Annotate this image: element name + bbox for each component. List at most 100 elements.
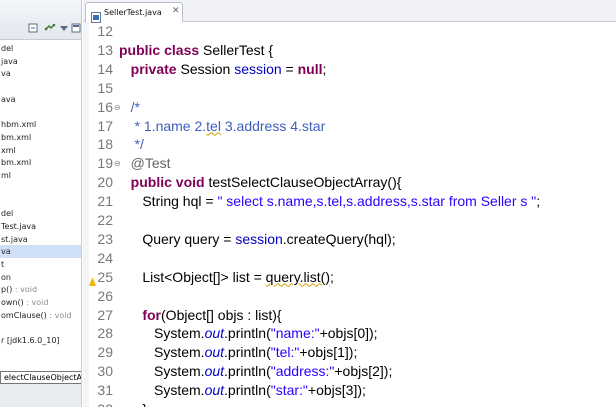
tree-item[interactable]	[0, 80, 81, 93]
tree-item[interactable]: ml	[0, 169, 81, 182]
tree-item[interactable]: hbm.xml	[0, 118, 81, 131]
tree-item-label: p()	[1, 285, 13, 295]
tree-item[interactable]	[0, 321, 81, 334]
java-editor: SellerTest.java ✕ 12 13 public class Selle…	[83, 0, 616, 407]
tree-item[interactable]: Test.java	[0, 220, 81, 233]
tree-item[interactable]: del	[0, 42, 81, 55]
line-number: 16	[97, 98, 113, 115]
code-line[interactable]: 17 * 1.name 2.tel 3.address 4.star	[83, 117, 616, 136]
code-area[interactable]: 12 13 public class SellerTest {14 private …	[83, 22, 616, 407]
tree-item[interactable]: p() : void	[0, 283, 81, 296]
tree-item-label: omClause()	[1, 310, 47, 320]
code-line[interactable]: 27 for(Object[] objs : list){	[83, 306, 616, 325]
link-editor-icon[interactable]	[44, 22, 56, 34]
code-line[interactable]: 14 private Session session = null;	[83, 60, 616, 79]
code-line[interactable]: 32 }	[83, 400, 616, 407]
tree-item-label: hbm.xml	[1, 120, 37, 130]
code-token: 3.address 4.star	[220, 117, 326, 134]
minimize-icon[interactable]	[70, 22, 81, 34]
code-line[interactable]: 24	[83, 249, 616, 268]
code-line[interactable]: 20 public void testSelectClauseObjectArr…	[83, 173, 616, 192]
code-line[interactable]: 25 List<Object[]> list = query.list();	[83, 268, 616, 287]
tree-item-label: bm.xml	[1, 132, 32, 142]
tree-item-label: ava	[1, 94, 16, 104]
tree-item[interactable]: own() : void	[0, 296, 81, 309]
code-token: .println(	[224, 363, 271, 380]
line-number: 28	[97, 325, 113, 342]
editor-tab-bar: SellerTest.java ✕	[83, 0, 616, 23]
tree-item-label: on	[1, 272, 11, 282]
tree-item[interactable]: va	[0, 245, 81, 259]
line-number: 14	[97, 60, 113, 77]
code-text: public void testSelectClauseObjectArray(…	[119, 173, 402, 192]
tree-item[interactable]: va	[0, 67, 81, 80]
code-line[interactable]: 19 ⊖ @Test	[83, 154, 616, 173]
code-token: }	[119, 401, 147, 407]
code-text: */	[119, 135, 144, 154]
tree-item[interactable]: t	[0, 258, 81, 271]
line-number: 29	[97, 344, 113, 361]
tree-item[interactable]	[0, 194, 81, 207]
line-number: 20	[97, 174, 113, 191]
code-token: List<Object[]> list =	[119, 268, 266, 285]
code-line[interactable]: 21 String hql = " select s.name,s.tel,s.…	[83, 192, 616, 211]
tree-item[interactable]: r [jdk1.6.0_10]	[0, 334, 81, 347]
line-number: 18	[97, 136, 113, 153]
close-icon[interactable]: ✕	[172, 6, 180, 17]
code-token: out	[204, 344, 225, 361]
code-line[interactable]: 16 ⊖ /*	[83, 98, 616, 117]
code-token: "tel:"	[270, 344, 300, 361]
tree-item[interactable]: del	[0, 207, 81, 220]
code-line[interactable]: 30 System.out.println("address:"+objs[2]…	[83, 362, 616, 381]
tree-item[interactable]: xml	[0, 144, 81, 157]
tree-item[interactable]: st.java	[0, 233, 81, 246]
line-number: 22	[97, 212, 113, 228]
line-number: 17	[97, 117, 113, 134]
tree-item[interactable]: ava	[0, 93, 81, 106]
code-token: .println(	[224, 382, 271, 399]
tab-label: SellerTest.java	[104, 8, 162, 17]
tree-item-label: own()	[1, 298, 24, 307]
tree-item[interactable]	[0, 106, 81, 119]
code-line[interactable]: 18 */	[83, 135, 616, 154]
hover-tooltip: electClauseObjectArray() : void	[0, 371, 81, 384]
tree-item[interactable]: bm.xml	[0, 131, 81, 144]
code-line[interactable]: 22	[83, 211, 616, 230]
code-token: String hql =	[119, 193, 218, 210]
code-line[interactable]: 28 System.out.println("name:"+objs[0]);	[83, 324, 616, 343]
code-text: System.out.println("address:"+objs[2]);	[119, 362, 392, 381]
collapse-all-icon[interactable]	[28, 22, 40, 34]
tree-item-label: xml	[1, 145, 16, 155]
code-token: .createQuery(hql);	[282, 230, 396, 247]
code-token: SellerTest {	[199, 41, 274, 58]
code-line[interactable]: 12	[83, 22, 616, 41]
tree-item[interactable]	[0, 182, 81, 195]
code-token: testSelectClauseObjectArray(){	[204, 174, 402, 191]
code-text: }	[119, 400, 147, 407]
code-token: null	[297, 60, 323, 77]
tree-item[interactable]: java	[0, 55, 81, 68]
code-line[interactable]: 31 System.out.println("star:"+objs[3]);	[83, 381, 616, 400]
code-token: query.list()	[265, 268, 330, 285]
code-token: System.	[119, 363, 205, 380]
line-number: 32	[91, 400, 113, 407]
code-token: ;	[322, 60, 327, 77]
code-token: session	[234, 60, 282, 77]
tree-item-label: st.java	[1, 234, 28, 244]
code-token: tel	[206, 117, 221, 134]
code-line[interactable]: 26	[83, 287, 616, 306]
tab-sellertest-java[interactable]: SellerTest.java ✕	[85, 2, 183, 23]
code-line[interactable]: 23 Query query = session.createQuery(hql…	[83, 230, 616, 249]
code-token: +objs[0]);	[319, 325, 378, 342]
code-line[interactable]: 29 System.out.println("tel:"+objs[1]);	[83, 343, 616, 362]
view-menu-icon[interactable]	[58, 22, 70, 34]
tree-item[interactable]: bm.xml	[0, 156, 81, 169]
tree-item[interactable]: omClause() : void	[0, 309, 81, 322]
code-token: */	[119, 136, 144, 153]
code-line[interactable]: 15	[83, 79, 616, 98]
tree-item-label: bm.xml	[1, 158, 32, 168]
code-line[interactable]: 13 public class SellerTest {	[83, 41, 616, 60]
code-token: .println(	[224, 325, 271, 342]
tree-item[interactable]: on	[0, 271, 81, 284]
